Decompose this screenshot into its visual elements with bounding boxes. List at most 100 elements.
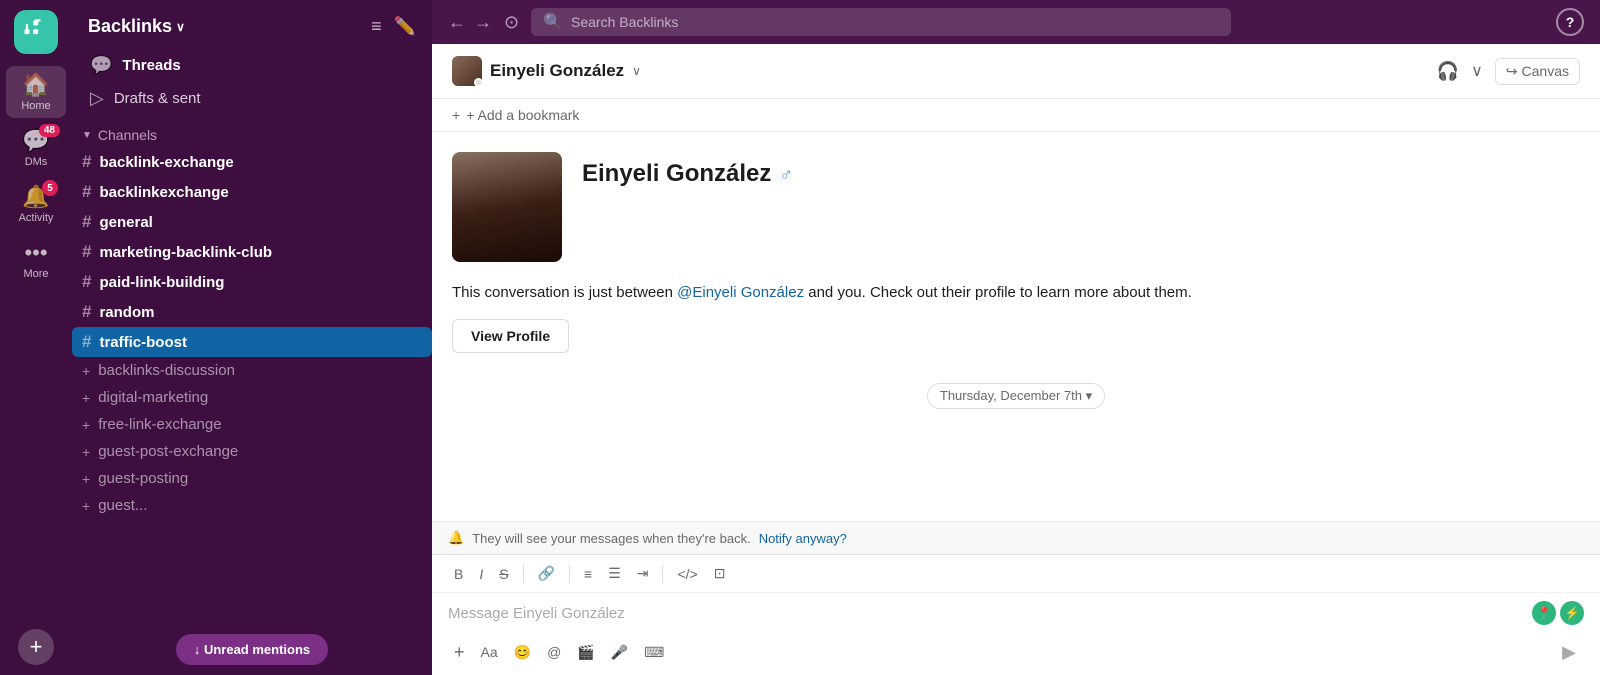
app-logo[interactable] bbox=[14, 10, 58, 54]
message-input[interactable] bbox=[448, 605, 1524, 622]
dms-badge: 48 bbox=[39, 124, 60, 137]
indent-button[interactable]: ⇥ bbox=[631, 561, 655, 586]
channel-digital-marketing[interactable]: + digital-marketing bbox=[72, 384, 432, 411]
plus-icon: + bbox=[82, 471, 90, 487]
filter-icon[interactable]: ≡ bbox=[371, 16, 382, 37]
send-button[interactable]: ▶ bbox=[1554, 637, 1584, 667]
strikethrough-button[interactable]: S bbox=[493, 562, 514, 586]
nav-arrows: ← → bbox=[448, 12, 492, 33]
channel-traffic-boost[interactable]: # traffic-boost bbox=[72, 327, 432, 357]
formatting-bar: B I S 🔗 ≡ ☰ ⇥ </> ⊡ bbox=[432, 555, 1600, 593]
channel-free-link-exchange[interactable]: + free-link-exchange bbox=[72, 411, 432, 438]
status-dot bbox=[474, 78, 482, 86]
workspace-name[interactable]: Backlinks ∨ bbox=[88, 16, 185, 37]
search-input[interactable] bbox=[571, 14, 1219, 30]
hash-icon: # bbox=[82, 242, 91, 262]
code-button[interactable]: </> bbox=[671, 562, 703, 586]
header-dropdown-icon[interactable]: ∨ bbox=[1471, 61, 1483, 81]
forward-button[interactable]: → bbox=[474, 12, 492, 33]
date-divider: Thursday, December 7th ▾ bbox=[452, 383, 1580, 409]
formatting-divider-2 bbox=[569, 565, 570, 583]
unread-mentions-button[interactable]: ↓ Unread mentions bbox=[176, 634, 328, 665]
hash-icon: # bbox=[82, 272, 91, 292]
add-button[interactable]: + bbox=[448, 638, 471, 667]
chat-header-user[interactable]: Einyeli González ∨ bbox=[452, 56, 641, 86]
view-profile-button[interactable]: View Profile bbox=[452, 319, 569, 353]
emoji-button[interactable]: 😊 bbox=[508, 640, 537, 665]
ordered-list-button[interactable]: ≡ bbox=[578, 562, 598, 586]
video-button[interactable]: 🎬 bbox=[571, 640, 600, 665]
plus-icon: + bbox=[82, 498, 90, 514]
compose-icon[interactable]: ✏️ bbox=[394, 16, 416, 37]
channel-guest-partial[interactable]: + guest... bbox=[72, 492, 432, 519]
channel-marketing-backlink-club[interactable]: # marketing-backlink-club bbox=[72, 237, 432, 267]
away-icon: 🔔 bbox=[448, 530, 464, 546]
away-notice: 🔔 They will see your messages when they'… bbox=[432, 521, 1600, 554]
chat-header-actions: 🎧 ∨ ↪ Canvas bbox=[1437, 58, 1580, 85]
hash-icon: # bbox=[82, 302, 91, 322]
nav-more[interactable]: ••• More bbox=[6, 234, 66, 286]
message-input-area: B I S 🔗 ≡ ☰ ⇥ </> ⊡ 📍 ⚡ bbox=[432, 554, 1600, 675]
help-button[interactable]: ? bbox=[1556, 8, 1584, 36]
intro-message: This conversation is just between @Einye… bbox=[452, 282, 1580, 353]
italic-button[interactable]: I bbox=[473, 562, 489, 586]
plus-icon: + bbox=[82, 390, 90, 406]
chat-messages: Einyeli González ♂ This conversation is … bbox=[432, 132, 1600, 521]
intro-paragraph: This conversation is just between @Einye… bbox=[452, 282, 1580, 305]
plus-icon: + bbox=[82, 444, 90, 460]
nav-home[interactable]: 🏠 Home bbox=[6, 66, 66, 118]
channels-section-header[interactable]: ▼ Channels bbox=[72, 119, 432, 147]
channel-guest-post-exchange[interactable]: + guest-post-exchange bbox=[72, 438, 432, 465]
headphone-icon[interactable]: 🎧 bbox=[1437, 61, 1459, 82]
mention-button[interactable]: @ bbox=[541, 640, 567, 664]
chat-avatar-small bbox=[452, 56, 482, 86]
plus-icon: + bbox=[82, 363, 90, 379]
sidebar-item-threads[interactable]: 💬 Threads bbox=[80, 49, 424, 82]
pin-icon[interactable]: 📍 bbox=[1532, 601, 1556, 625]
unordered-list-button[interactable]: ☰ bbox=[602, 561, 627, 586]
canvas-button[interactable]: ↪ Canvas bbox=[1495, 58, 1580, 85]
gender-icon: ♂ bbox=[779, 164, 793, 185]
format-more-button[interactable]: ⊡ bbox=[708, 561, 732, 586]
bookmark-bar[interactable]: + + Add a bookmark bbox=[432, 99, 1600, 132]
nav-dms[interactable]: 48 💬 DMs bbox=[6, 122, 66, 174]
sidebar: Backlinks ∨ ≡ ✏️ 💬 Threads ▷ Drafts & se… bbox=[72, 0, 432, 675]
main-area: ← → ⊙ 🔍 ? Einyeli González ∨ 🎧 bbox=[432, 0, 1600, 675]
mention-link[interactable]: @Einyeli González bbox=[677, 284, 804, 301]
home-label: Home bbox=[21, 100, 50, 112]
chat-dropdown-icon[interactable]: ∨ bbox=[632, 64, 641, 78]
profile-name-display: Einyeli González ♂ bbox=[582, 160, 793, 188]
channel-paid-link-building[interactable]: # paid-link-building bbox=[72, 267, 432, 297]
search-bar[interactable]: 🔍 bbox=[531, 8, 1231, 36]
back-button[interactable]: ← bbox=[448, 12, 466, 33]
search-icon: 🔍 bbox=[543, 12, 563, 32]
link-button[interactable]: 🔗 bbox=[532, 561, 561, 586]
unread-mentions-label: ↓ Unread mentions bbox=[194, 642, 310, 657]
add-workspace-button[interactable]: + bbox=[18, 629, 54, 665]
notify-anyway-link[interactable]: Notify anyway? bbox=[759, 531, 847, 546]
channel-general[interactable]: # general bbox=[72, 207, 432, 237]
date-pill[interactable]: Thursday, December 7th ▾ bbox=[927, 383, 1105, 409]
nav-activity[interactable]: 5 🔔 Activity bbox=[6, 178, 66, 230]
bolt-icon[interactable]: ⚡ bbox=[1560, 601, 1584, 625]
shortcut-button[interactable]: ⌨ bbox=[638, 640, 670, 665]
channel-backlinkexchange[interactable]: # backlinkexchange bbox=[72, 177, 432, 207]
history-icon[interactable]: ⊙ bbox=[504, 12, 519, 33]
text-format-button[interactable]: Aa bbox=[475, 640, 504, 664]
bookmark-plus-icon: + bbox=[452, 107, 460, 123]
action-row: + Aa 😊 @ 🎬 🎤 ⌨ ▶ bbox=[432, 633, 1600, 675]
sidebar-actions: ≡ ✏️ bbox=[371, 16, 416, 37]
profile-info: Einyeli González ♂ bbox=[582, 152, 793, 188]
profile-card: Einyeli González ♂ bbox=[452, 152, 1580, 262]
profile-avatar bbox=[452, 152, 562, 262]
audio-button[interactable]: 🎤 bbox=[605, 640, 634, 665]
chat-header: Einyeli González ∨ 🎧 ∨ ↪ Canvas bbox=[432, 44, 1600, 99]
sidebar-item-drafts[interactable]: ▷ Drafts & sent bbox=[80, 82, 424, 115]
channel-backlinks-discussion[interactable]: + backlinks-discussion bbox=[72, 357, 432, 384]
bold-button[interactable]: B bbox=[448, 562, 469, 586]
channel-guest-posting[interactable]: + guest-posting bbox=[72, 465, 432, 492]
channel-backlink-exchange[interactable]: # backlink-exchange bbox=[72, 147, 432, 177]
channel-random[interactable]: # random bbox=[72, 297, 432, 327]
sidebar-header: Backlinks ∨ ≡ ✏️ bbox=[72, 0, 432, 45]
chat-container: Einyeli González ∨ 🎧 ∨ ↪ Canvas + + Add … bbox=[432, 44, 1600, 675]
